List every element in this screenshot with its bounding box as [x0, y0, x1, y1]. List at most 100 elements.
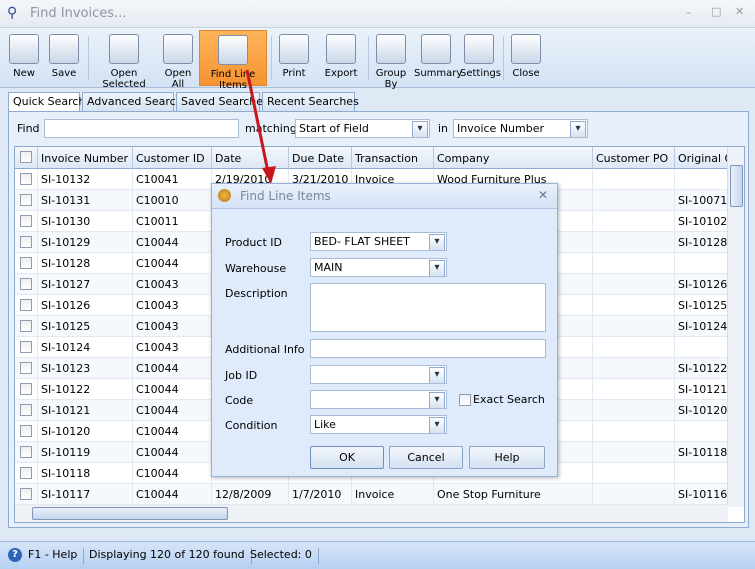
row-checkbox[interactable]	[20, 425, 32, 437]
settings-button[interactable]: Settings	[460, 30, 502, 86]
row-checkbox[interactable]	[20, 467, 32, 479]
row-checkbox[interactable]	[20, 278, 32, 290]
binoculars-icon: ⚲	[7, 5, 18, 21]
ok-button[interactable]: OK	[310, 446, 384, 469]
cancel-button[interactable]: Cancel	[389, 446, 463, 469]
table-cell	[593, 379, 675, 400]
table-cell: SI-10124	[675, 316, 728, 337]
settings-icon	[464, 34, 494, 64]
row-checkbox[interactable]	[20, 257, 32, 269]
dialog-close-button[interactable]: ✕	[538, 188, 548, 202]
help-icon: ?	[8, 548, 22, 562]
summary-button[interactable]: Summary	[414, 30, 462, 86]
find-input[interactable]	[44, 119, 239, 138]
column-header[interactable]: Customer ID	[133, 147, 212, 169]
table-cell: SI-10123	[38, 358, 133, 379]
matching-select[interactable]: Start of Field	[295, 119, 430, 138]
code-label: Code	[225, 394, 254, 407]
button-label: Settings	[460, 68, 502, 79]
maximize-button[interactable]: □	[711, 5, 721, 18]
find-line-items-button[interactable]: Find Line Items	[199, 30, 267, 91]
column-header[interactable]: Original Or	[675, 147, 735, 169]
window-title: Find Invoices...	[30, 6, 127, 21]
horizontal-scroll-thumb[interactable]	[32, 507, 228, 520]
row-select-cell	[15, 463, 38, 484]
code-select[interactable]	[310, 390, 447, 409]
table-cell	[593, 442, 675, 463]
row-checkbox[interactable]	[20, 320, 32, 332]
select-all-checkbox[interactable]	[20, 151, 32, 163]
horizontal-scrollbar[interactable]	[15, 505, 728, 522]
export-icon	[326, 34, 356, 64]
save-button[interactable]: Save	[44, 30, 84, 86]
column-header[interactable]: Transaction	[352, 147, 434, 169]
group-by-button[interactable]: Group By	[368, 30, 414, 90]
export-button[interactable]: Export	[318, 30, 364, 86]
row-checkbox[interactable]	[20, 173, 32, 185]
table-cell: SI-10121	[38, 400, 133, 421]
tab-saved-searches[interactable]: Saved Searches	[176, 92, 269, 112]
row-checkbox[interactable]	[20, 446, 32, 458]
table-cell: SI-10127	[38, 274, 133, 295]
new-button[interactable]: New	[4, 30, 44, 86]
app-icon	[218, 189, 231, 202]
row-select-cell	[15, 253, 38, 274]
column-header[interactable]: Customer PO	[593, 147, 675, 169]
column-header[interactable]: Company	[434, 147, 593, 169]
open-selected-button[interactable]: Open Selected	[91, 30, 157, 90]
description-textarea[interactable]	[310, 283, 546, 332]
table-row[interactable]: SI-10117 C10044 12/8/2009 1/7/2010 Invoice On…	[15, 484, 728, 505]
status-bar: ? F1 - Help Displaying 120 of 120 found …	[0, 541, 755, 569]
status-help: F1 - Help	[22, 548, 85, 564]
row-checkbox[interactable]	[20, 194, 32, 206]
select-all-header[interactable]	[15, 147, 38, 169]
column-header[interactable]: Due Date	[289, 147, 352, 169]
row-checkbox[interactable]	[20, 383, 32, 395]
vertical-scroll-thumb[interactable]	[730, 165, 743, 207]
row-checkbox[interactable]	[20, 341, 32, 353]
table-cell: SI-10120	[38, 421, 133, 442]
status-selected: Selected: 0	[244, 548, 319, 564]
vertical-scrollbar[interactable]	[727, 147, 744, 507]
button-label: Find Line Items	[210, 69, 256, 91]
column-header[interactable]: Invoice Number	[38, 147, 133, 169]
tab-recent-searches[interactable]: Recent Searches	[262, 92, 359, 112]
row-select-cell	[15, 295, 38, 316]
print-button[interactable]: Print	[274, 30, 314, 86]
product-id-label: Product ID	[225, 236, 282, 249]
tab-advanced-search[interactable]: Advanced Search	[82, 92, 183, 112]
warehouse-select[interactable]: MAIN	[310, 258, 447, 277]
toolbar-divider	[503, 36, 504, 80]
field-select[interactable]: Invoice Number	[453, 119, 588, 138]
additional-info-input[interactable]	[310, 339, 546, 358]
button-label: Close	[512, 68, 540, 79]
tab-quick-search[interactable]: Quick Search	[8, 92, 85, 113]
row-select-cell	[15, 400, 38, 421]
job-id-select[interactable]	[310, 365, 447, 384]
button-label: Open All	[164, 68, 192, 90]
find-label: Find	[17, 122, 40, 135]
help-button[interactable]: Help	[469, 446, 545, 469]
condition-select[interactable]: Like	[310, 415, 447, 434]
window-title-bar: ⚲ Find Invoices... – □ ✕	[0, 0, 755, 28]
close-button[interactable]: Close	[506, 30, 546, 86]
column-header[interactable]: Date	[212, 147, 289, 169]
row-checkbox[interactable]	[20, 236, 32, 248]
row-checkbox[interactable]	[20, 362, 32, 374]
table-cell	[593, 253, 675, 274]
button-label: Export	[324, 68, 358, 79]
row-checkbox[interactable]	[20, 215, 32, 227]
open-all-button[interactable]: Open All	[157, 30, 199, 90]
table-cell: C10044	[133, 379, 212, 400]
table-cell: C10044	[133, 358, 212, 379]
table-cell: C10043	[133, 337, 212, 358]
product-id-select[interactable]: BED- FLAT SHEET	[310, 232, 447, 251]
row-checkbox[interactable]	[20, 299, 32, 311]
minimize-button[interactable]: –	[686, 6, 692, 19]
row-checkbox[interactable]	[20, 488, 32, 500]
exact-search-checkbox[interactable]	[459, 394, 471, 406]
row-checkbox[interactable]	[20, 404, 32, 416]
close-button[interactable]: ✕	[735, 5, 744, 18]
table-cell: SI-10116	[675, 484, 728, 505]
table-cell: One Stop Furniture	[434, 484, 593, 505]
